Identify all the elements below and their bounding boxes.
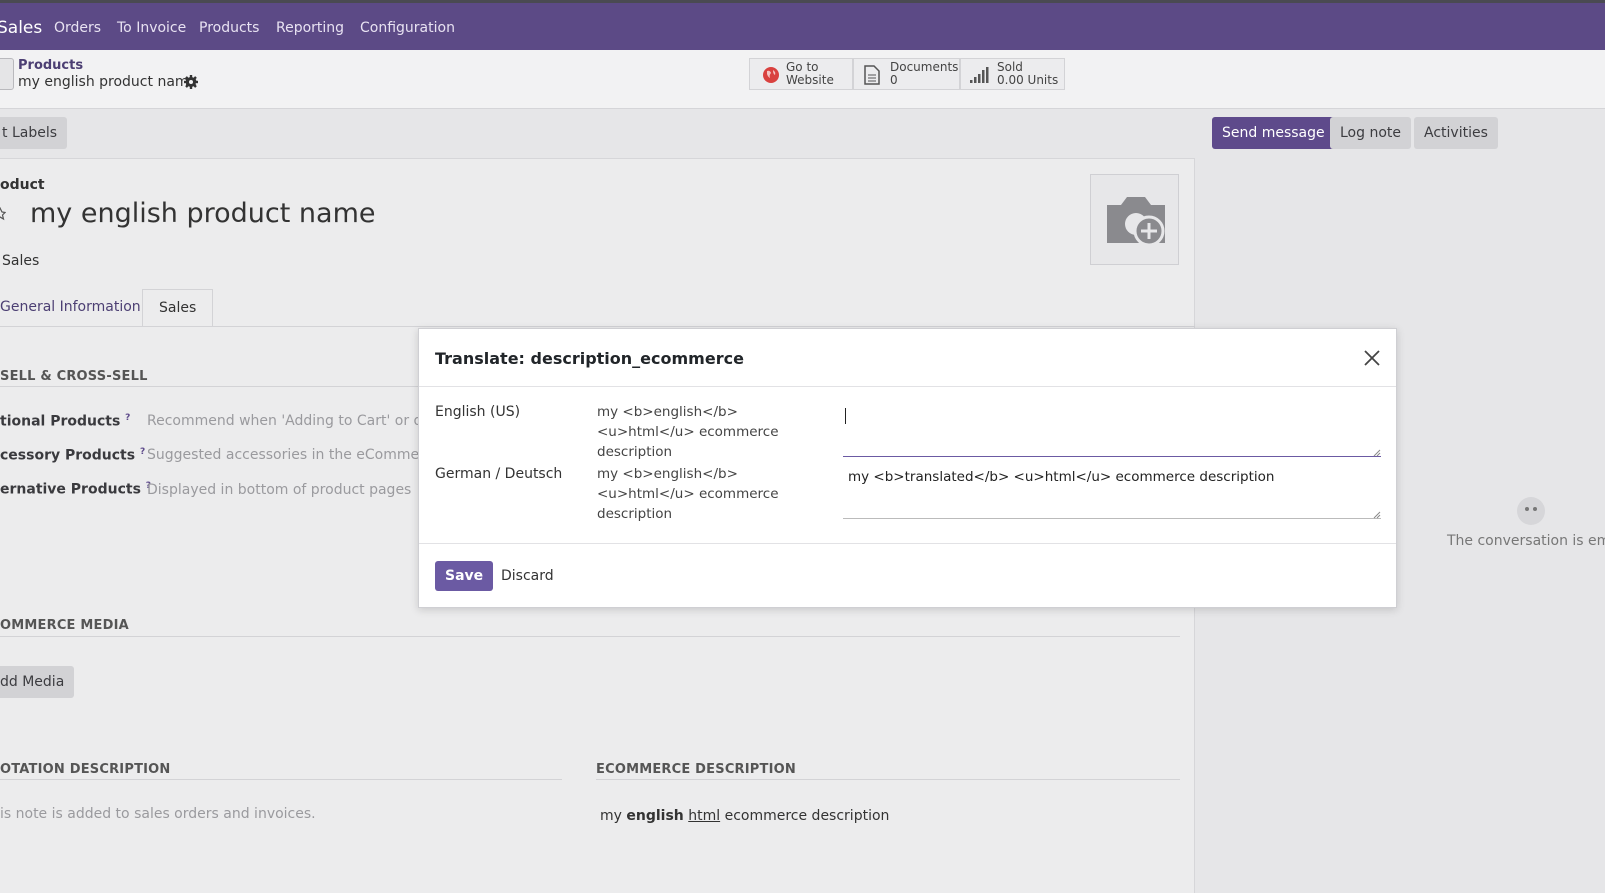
english-translation-input[interactable] [843, 399, 1381, 457]
go-to-website-button[interactable]: Go to Website [749, 58, 853, 90]
product-type-label: oduct [0, 177, 45, 193]
accessory-products-input[interactable]: Suggested accessories in the eCommerce c [147, 447, 453, 463]
breadcrumb-products[interactable]: Products [18, 58, 83, 73]
lang-german-label: German / Deutsch [435, 466, 563, 482]
text-cursor [845, 408, 846, 424]
tab-sales[interactable]: Sales [142, 289, 214, 327]
save-button[interactable]: Save [435, 561, 494, 591]
alternative-products-label: ernative Products ? [0, 481, 151, 498]
activities-button[interactable]: Activities [1414, 117, 1498, 149]
camera-plus-icon [1107, 197, 1165, 247]
translate-dialog: Translate: description_ecommerce English… [418, 328, 1397, 608]
sold-quantity: 0.00 Units [997, 73, 1059, 87]
sold-button[interactable]: Sold 0.00 Units [960, 58, 1065, 90]
ecommerce-section-line [596, 779, 1180, 780]
german-translation-input[interactable]: my <b>translated</b> <u>html</u> ecommer… [843, 461, 1381, 519]
gear-icon[interactable] [183, 74, 199, 90]
close-icon[interactable] [1362, 348, 1382, 368]
empty-conversation-text: The conversation is empt [1447, 533, 1605, 549]
menu-configuration[interactable]: Configuration [360, 20, 455, 36]
new-record-button[interactable] [0, 58, 14, 90]
sold-label: Sold [997, 60, 1023, 74]
dialog-title: Translate: description_ecommerce [435, 349, 744, 368]
tabs-divider [0, 326, 1195, 327]
german-source-text: my <b>english</b> <u>html</u> ecommerce … [597, 466, 779, 522]
english-source-text: my <b>english</b> <u>html</u> ecommerce … [597, 404, 779, 460]
ecommerce-description-title: ECOMMERCE DESCRIPTION [596, 762, 796, 777]
lang-english-label: English (US) [435, 404, 521, 420]
accessory-products-help[interactable]: ? [140, 447, 145, 457]
alternative-products-input[interactable]: Displayed in bottom of product pages [147, 482, 411, 498]
menu-to-invoice[interactable]: To Invoice [117, 20, 186, 36]
quotation-section-line [0, 779, 562, 780]
discard-button[interactable]: Discard [501, 568, 554, 584]
accessory-products-label-text: cessory Products [0, 447, 136, 464]
top-navbar: Sales Orders To Invoice Products Reporti… [0, 0, 1605, 50]
quotation-description-title: OTATION DESCRIPTION [0, 762, 171, 777]
favorite-star-icon[interactable] [0, 207, 6, 221]
dialog-footer: Save Discard [419, 543, 1396, 609]
ecommerce-desc-underline: html [688, 808, 721, 824]
optional-products-label-text: tional Products [0, 413, 121, 430]
documents-label: Documents [890, 60, 959, 74]
upsell-section-title: SELL & CROSS-SELL [0, 369, 148, 384]
empty-conversation-icon [1517, 497, 1545, 525]
add-media-button[interactable]: dd Media [0, 666, 75, 698]
website-label-bottom: Website [786, 73, 834, 87]
ecommerce-desc-bold: english [626, 808, 684, 824]
optional-products-help[interactable]: ? [125, 413, 130, 423]
app-brand[interactable]: Sales [0, 18, 42, 38]
menu-products[interactable]: Products [199, 20, 259, 36]
breadcrumb-current: my english product name [18, 74, 198, 90]
accessory-products-label: cessory Products ? [0, 447, 145, 464]
product-image-upload[interactable] [1090, 174, 1179, 265]
control-panel: Products my english product name Go to We… [0, 50, 1605, 109]
log-note-button[interactable]: Log note [1330, 117, 1411, 149]
globe-icon [763, 67, 779, 83]
documents-count: 0 [890, 73, 898, 87]
print-labels-button[interactable]: t Labels [0, 117, 68, 149]
quotation-description-input[interactable]: is note is added to sales orders and inv… [0, 806, 316, 822]
menu-reporting[interactable]: Reporting [276, 20, 344, 36]
optional-products-input[interactable]: Recommend when 'Adding to Cart' or quot [147, 413, 445, 429]
send-message-button[interactable]: Send message [1212, 117, 1335, 149]
ecommerce-desc-word-my: my [600, 808, 622, 824]
bar-signal-icon [970, 67, 989, 83]
product-name[interactable]: my english product name [30, 198, 376, 229]
document-icon [864, 65, 880, 85]
tab-general-information[interactable]: General Information [0, 289, 157, 327]
dialog-header: Translate: description_ecommerce [419, 329, 1396, 387]
ecommerce-desc-rest: ecommerce description [724, 808, 890, 824]
optional-products-label: tional Products ? [0, 413, 130, 430]
alternative-products-label-text: ernative Products [0, 481, 141, 498]
menu-orders[interactable]: Orders [54, 20, 101, 36]
media-section-line [0, 636, 1180, 637]
sales-checkbox-label[interactable]: Sales [2, 253, 39, 269]
resize-grip-icon[interactable] [1373, 511, 1381, 519]
ecommerce-media-title: OMMERCE MEDIA [0, 618, 129, 633]
resize-grip-icon[interactable] [1373, 449, 1381, 457]
ecommerce-description-value[interactable]: my english html ecommerce description [600, 808, 889, 824]
documents-button[interactable]: Documents 0 [853, 58, 960, 90]
website-label-top: Go to [786, 60, 819, 74]
